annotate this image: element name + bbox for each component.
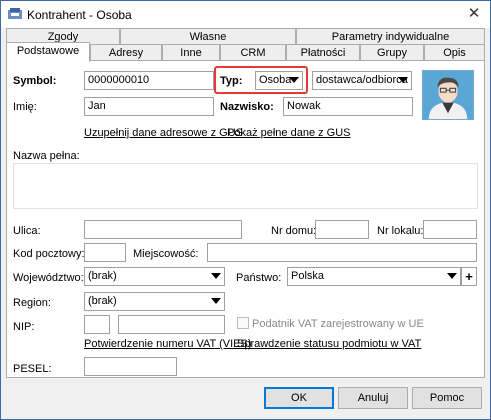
wojewodztwo-value: (brak) — [88, 270, 117, 282]
miejscowosc-label: Miejscowość: — [133, 248, 199, 260]
nr-lokalu-label: Nr lokalu: — [377, 225, 424, 237]
nip-input[interactable] — [118, 315, 225, 334]
region-dropdown[interactable]: (brak) — [84, 292, 225, 311]
vat-ue-label: Podatnik VAT zarejestrowany w UE — [252, 318, 424, 330]
dialog-window: Kontrahent - Osoba ✕ Zgody Własne Parame… — [0, 0, 491, 420]
close-icon[interactable]: ✕ — [464, 4, 484, 24]
help-button[interactable]: Pomoc — [412, 387, 482, 409]
typ-value: Osoba — [259, 74, 292, 86]
nazwisko-input[interactable]: Nowak — [283, 97, 413, 116]
ulica-label: Ulica: — [13, 225, 41, 237]
chevron-down-icon — [447, 273, 457, 279]
nr-domu-input[interactable] — [315, 220, 369, 239]
chevron-down-icon — [211, 298, 221, 304]
chevron-down-icon — [289, 77, 299, 83]
title-bar: Kontrahent - Osoba ✕ — [1, 1, 490, 28]
person-avatar-icon[interactable] — [422, 70, 474, 120]
kod-pocztowy-label: Kod pocztowy: — [13, 248, 85, 260]
kod-pocztowy-input[interactable] — [84, 243, 126, 262]
typ-label: Typ: — [220, 75, 243, 87]
tab-podstawowe[interactable]: Podstawowe — [6, 42, 90, 62]
symbol-input[interactable]: 0000000010 — [84, 71, 214, 90]
gus-fill-address-link[interactable]: Uzupełnij dane adresowe z GUS — [84, 127, 243, 139]
imie-input[interactable]: Jan — [84, 97, 214, 116]
vat-ue-checkbox[interactable] — [237, 317, 249, 329]
vies-link[interactable]: Potwierdzenie numeru VAT (VIES) — [84, 338, 252, 350]
cancel-button[interactable]: Anuluj — [338, 387, 408, 409]
region-label: Region: — [13, 297, 51, 309]
wojewodztwo-label: Województwo: — [13, 272, 84, 284]
ulica-input[interactable] — [84, 220, 242, 239]
rodzaj-value: dostawca/odbiorca — [316, 74, 408, 86]
ok-button[interactable]: OK — [264, 387, 334, 409]
imie-label: Imię: — [13, 101, 37, 113]
add-country-button[interactable]: + — [461, 267, 477, 286]
nazwisko-label: Nazwisko: — [220, 101, 274, 113]
nazwa-pelna-label: Nazwa pełna: — [13, 150, 80, 162]
panstwo-dropdown[interactable]: Polska — [287, 267, 461, 286]
rodzaj-dropdown[interactable]: dostawca/odbiorca — [312, 71, 412, 90]
chevron-down-icon — [398, 77, 408, 83]
typ-dropdown[interactable]: Osoba — [255, 71, 303, 90]
nip-label: NIP: — [13, 321, 35, 333]
wojewodztwo-dropdown[interactable]: (brak) — [84, 267, 225, 286]
app-icon — [8, 8, 22, 19]
nip-prefix-input[interactable] — [84, 315, 110, 334]
chevron-down-icon — [211, 273, 221, 279]
nr-domu-label: Nr domu: — [271, 225, 317, 237]
region-value: (brak) — [88, 295, 117, 307]
window-title: Kontrahent - Osoba — [27, 8, 132, 22]
nr-lokalu-input[interactable] — [423, 220, 477, 239]
panstwo-value: Polska — [291, 270, 325, 282]
gus-show-full-data-link[interactable]: Pokaż pełne dane z GUS — [227, 127, 351, 139]
vat-status-link[interactable]: Sprawdzenie statusu podmiotu w VAT — [237, 338, 421, 350]
symbol-label: Symbol: — [13, 75, 57, 87]
nazwa-pelna-textarea[interactable] — [13, 163, 478, 209]
panstwo-label: Państwo: — [236, 272, 282, 284]
pesel-input[interactable] — [84, 357, 177, 376]
pesel-label: PESEL: — [13, 363, 52, 375]
miejscowosc-input[interactable] — [207, 243, 477, 262]
